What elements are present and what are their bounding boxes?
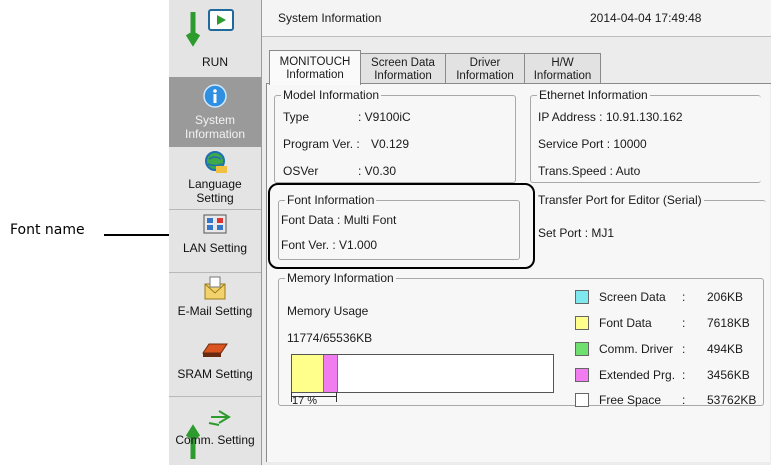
info-icon: [203, 84, 227, 108]
legend-value: 494KB: [707, 342, 744, 356]
service-port: Service Port : 10000: [538, 137, 647, 151]
tab-label: Driver: [469, 57, 501, 69]
screen-data-swatch: [575, 290, 589, 304]
page-title: System Information: [278, 11, 382, 25]
sidebar: RUN System Information Language Setting …: [169, 0, 262, 465]
font-information-highlight: [268, 183, 535, 269]
legend-name: Screen Data: [599, 290, 666, 304]
sidebar-item-label: E-Mail Setting: [177, 304, 253, 318]
tab-monitouch-information[interactable]: MONITOUCH Information: [269, 50, 361, 85]
sidebar-item-label: LAN Setting: [182, 241, 248, 255]
sidebar-item-run[interactable]: RUN: [169, 0, 261, 77]
legend-colon: :: [682, 290, 686, 304]
group-legend: Memory Information: [285, 271, 396, 285]
legend-value: 53762KB: [707, 393, 757, 407]
sidebar-item-label: Comm. Setting: [175, 433, 255, 447]
header-bar: System Information 2014-04-04 17:49:48: [262, 0, 771, 37]
type-label: Type: [283, 110, 310, 124]
legend-colon: :: [682, 342, 686, 356]
memory-usage-value: 11774/65536KB: [287, 331, 373, 345]
network-icon: [203, 214, 227, 234]
font-data-swatch: [575, 316, 589, 330]
legend-name: Free Space: [599, 393, 662, 407]
legend-value: 3456KB: [707, 368, 750, 382]
group-legend: Ethernet Information: [537, 88, 650, 102]
legend-value: 7618KB: [707, 316, 750, 330]
sidebar-item-language-setting[interactable]: Language Setting: [169, 147, 261, 210]
tab-hw-information[interactable]: H/W Information: [524, 53, 601, 84]
legend-colon: :: [682, 316, 686, 330]
comm-driver-swatch: [575, 342, 589, 356]
tab-label: Information: [533, 70, 592, 82]
legend-name: Comm. Driver: [599, 342, 673, 356]
ip-address: IP Address : 10.91.130.162: [538, 110, 683, 124]
sidebar-item-system-information[interactable]: System Information: [169, 77, 261, 147]
sidebar-item-email-setting[interactable]: E-Mail Setting: [169, 273, 261, 335]
free-space-swatch: [575, 393, 589, 407]
memory-usage-label: Memory Usage: [287, 304, 369, 318]
legend-value: 206KB: [707, 290, 744, 304]
legend-name: Font Data: [599, 316, 652, 330]
tab-driver-information[interactable]: Driver Information: [445, 53, 525, 84]
legend-colon: :: [682, 368, 686, 382]
sidebar-item-lan-setting[interactable]: LAN Setting: [169, 210, 261, 272]
mail-icon: [204, 276, 226, 300]
extended-program-swatch: [575, 368, 589, 382]
legend-colon: :: [682, 393, 686, 407]
tab-label: MONITOUCH: [279, 56, 351, 68]
os-version-label: OSVer: [283, 164, 319, 178]
transfer-speed: Trans.Speed : Auto: [538, 164, 641, 178]
sidebar-item-comm-setting[interactable]: Comm. Setting: [169, 397, 261, 465]
callout-label: Font name: [10, 222, 85, 238]
tab-label: Screen Data: [371, 57, 435, 69]
program-version-value: V0.129: [371, 137, 410, 151]
tab-label: Information: [286, 69, 344, 81]
legend-name: Extended Prg.: [599, 368, 676, 382]
font-data-segment: [292, 355, 323, 392]
sidebar-item-sram-setting[interactable]: SRAM Setting: [169, 335, 261, 395]
tab-label: Information: [374, 70, 432, 82]
sidebar-item-label: RUN: [202, 55, 228, 69]
datetime-display: 2014-04-04 17:49:48: [590, 11, 702, 25]
sidebar-item-label: SRAM Setting: [177, 367, 253, 381]
scale-tick: [336, 392, 337, 402]
tab-label: Information: [456, 70, 514, 82]
run-icon: [185, 9, 234, 47]
group-legend: Model Information: [281, 88, 382, 102]
type-value: : V9100iC: [358, 110, 411, 124]
os-version-value: : V0.30: [358, 164, 397, 178]
memory-usage-bar: [291, 354, 554, 393]
comm-icon: [185, 410, 231, 459]
globe-icon: [205, 151, 227, 173]
extended-program-segment: [323, 355, 338, 392]
memory-percent-label: 17 %: [292, 395, 318, 407]
sram-icon: [202, 343, 228, 357]
group-legend: Transfer Port for Editor (Serial): [536, 193, 704, 207]
tab-screen-data-information[interactable]: Screen Data Information: [360, 53, 446, 84]
sidebar-item-label: System Information: [184, 113, 246, 141]
sidebar-item-label: Language Setting: [188, 177, 242, 205]
set-port: Set Port : MJ1: [538, 226, 615, 240]
program-version-label: Program Ver. :: [283, 137, 360, 151]
tab-label: H/W: [551, 57, 574, 69]
